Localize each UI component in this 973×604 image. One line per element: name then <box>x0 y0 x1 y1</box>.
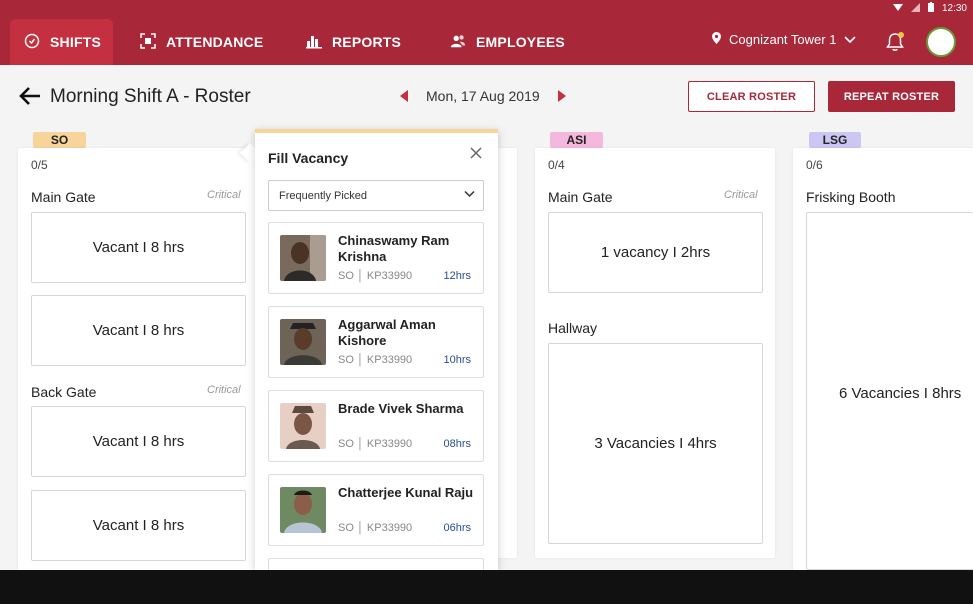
repeat-roster-button[interactable]: REPEAT ROSTER <box>828 81 955 112</box>
location-pin-icon <box>712 32 721 47</box>
employee-photo <box>280 319 326 365</box>
post-name: Hallway <box>548 320 598 336</box>
employee-meta: SO │ KP33990 <box>338 438 413 450</box>
employee-card[interactable]: Aggarwal Aman Kishore SO │ KP33990 10hrs <box>268 306 484 378</box>
close-button[interactable] <box>470 146 482 164</box>
close-icon <box>470 146 482 163</box>
vacancy-slot[interactable]: Vacant I 8 hrs <box>31 295 246 366</box>
employee-name: Aggarwal Aman Kishore <box>338 317 436 348</box>
vacancy-slot-label: 6 Vacancies I 8hrs <box>839 385 962 402</box>
post-name: Back Gate <box>31 384 97 400</box>
vacancy-slot[interactable]: Vacant I 8 hrs <box>31 406 246 477</box>
tab-employees[interactable]: EMPLOYEES <box>450 19 565 65</box>
critical-tag: Critical <box>207 384 241 396</box>
notification-bell[interactable] <box>886 32 904 57</box>
clear-roster-button[interactable]: CLEAR ROSTER <box>688 81 815 112</box>
chevron-down-icon <box>464 189 475 201</box>
employee-name: Brade Vivek Sharma <box>338 401 464 416</box>
post-name: Main Gate <box>548 189 613 205</box>
vacancy-slot[interactable]: 3 Vacancies I 4hrs <box>548 343 763 544</box>
notification-dot <box>898 32 904 38</box>
dropdown-value: Frequently Picked <box>279 189 368 202</box>
previous-date-icon[interactable] <box>400 90 408 102</box>
employee-card[interactable]: Chinaswamy Ram Krishna SO │ KP33990 12hr… <box>268 222 484 294</box>
scan-icon <box>140 32 156 52</box>
page-title: Morning Shift A - Roster <box>50 86 251 107</box>
tab-label: EMPLOYEES <box>476 34 565 50</box>
current-date: Mon, 17 Aug 2019 <box>426 88 540 104</box>
date-navigator: Mon, 17 Aug 2019 <box>400 88 566 104</box>
tab-label: SHIFTS <box>50 34 101 50</box>
filled-count: 0/6 <box>806 158 823 172</box>
clock-icon <box>24 33 40 52</box>
employee-card[interactable] <box>268 558 484 570</box>
employee-meta: SO │ KP33990 <box>338 270 413 282</box>
role-badge-lsg: LSG <box>809 132 861 148</box>
location-name: Cognizant Tower 1 <box>729 32 837 47</box>
employee-photo <box>280 487 326 533</box>
tab-label: REPORTS <box>332 34 402 50</box>
tab-shifts[interactable]: SHIFTS <box>10 19 113 65</box>
critical-tag: Critical <box>207 189 241 201</box>
back-button[interactable] <box>18 86 42 111</box>
filled-count: 0/5 <box>31 158 48 172</box>
employee-hours: 06hrs <box>443 522 471 534</box>
vacancy-slot[interactable]: 1 vacancy I 2hrs <box>548 212 763 293</box>
user-avatar[interactable] <box>926 27 956 57</box>
employee-meta: SO │ KP33990 <box>338 522 413 534</box>
chevron-down-icon <box>844 32 857 47</box>
people-icon <box>450 33 466 52</box>
role-badge-asi: ASI <box>550 132 603 148</box>
location-selector[interactable]: Cognizant Tower 1 <box>712 32 857 47</box>
fill-vacancy-popup: Fill Vacancy Frequently Picked Chinaswam… <box>255 129 498 570</box>
vacancy-slot[interactable]: Vacant I 8 hrs <box>31 212 246 283</box>
wifi-icon <box>892 3 903 15</box>
employee-hours: 10hrs <box>443 354 471 366</box>
post-name: Main Gate <box>31 189 96 205</box>
top-navigation: SHIFTS ATTENDANCE REPORTS EMPLOYEES Cogn… <box>0 16 973 65</box>
arrow-left-icon <box>18 87 42 110</box>
filled-count: 0/4 <box>548 158 565 172</box>
employee-card[interactable]: Chatterjee Kunal Raju SO │ KP33990 06hrs <box>268 474 484 546</box>
battery-icon <box>927 2 934 15</box>
clock-time: 12:30 <box>941 3 967 14</box>
employee-hours: 08hrs <box>443 438 471 450</box>
employee-name: Chinaswamy Ram Krishna <box>338 233 450 264</box>
bar-chart-icon <box>306 33 322 52</box>
employee-meta: SO │ KP33990 <box>338 354 413 366</box>
next-date-icon[interactable] <box>557 90 566 102</box>
employee-photo <box>280 403 326 449</box>
employee-name: Chatterjee Kunal Raju <box>338 485 474 500</box>
vacancy-slot[interactable]: Vacant I 8 hrs <box>31 490 246 561</box>
filter-dropdown[interactable]: Frequently Picked <box>268 180 484 211</box>
post-name: Frisking Booth <box>806 189 896 205</box>
employee-card[interactable]: Brade Vivek Sharma SO │ KP33990 08hrs <box>268 390 484 462</box>
employee-photo <box>280 235 326 281</box>
tab-label: ATTENDANCE <box>166 34 264 50</box>
vacancy-slot[interactable]: 6 Vacancies I 8hrs <box>806 212 973 570</box>
signal-icon <box>910 2 920 15</box>
system-navigation-bar <box>0 570 973 604</box>
tab-reports[interactable]: REPORTS <box>306 19 401 65</box>
popup-title: Fill Vacancy <box>268 150 349 166</box>
critical-tag: Critical <box>724 189 758 201</box>
status-bar: 12:30 <box>0 0 973 16</box>
employee-hours: 12hrs <box>443 270 471 282</box>
role-badge-so: SO <box>33 132 86 148</box>
bell-icon <box>886 33 904 56</box>
tab-attendance[interactable]: ATTENDANCE <box>140 19 263 65</box>
